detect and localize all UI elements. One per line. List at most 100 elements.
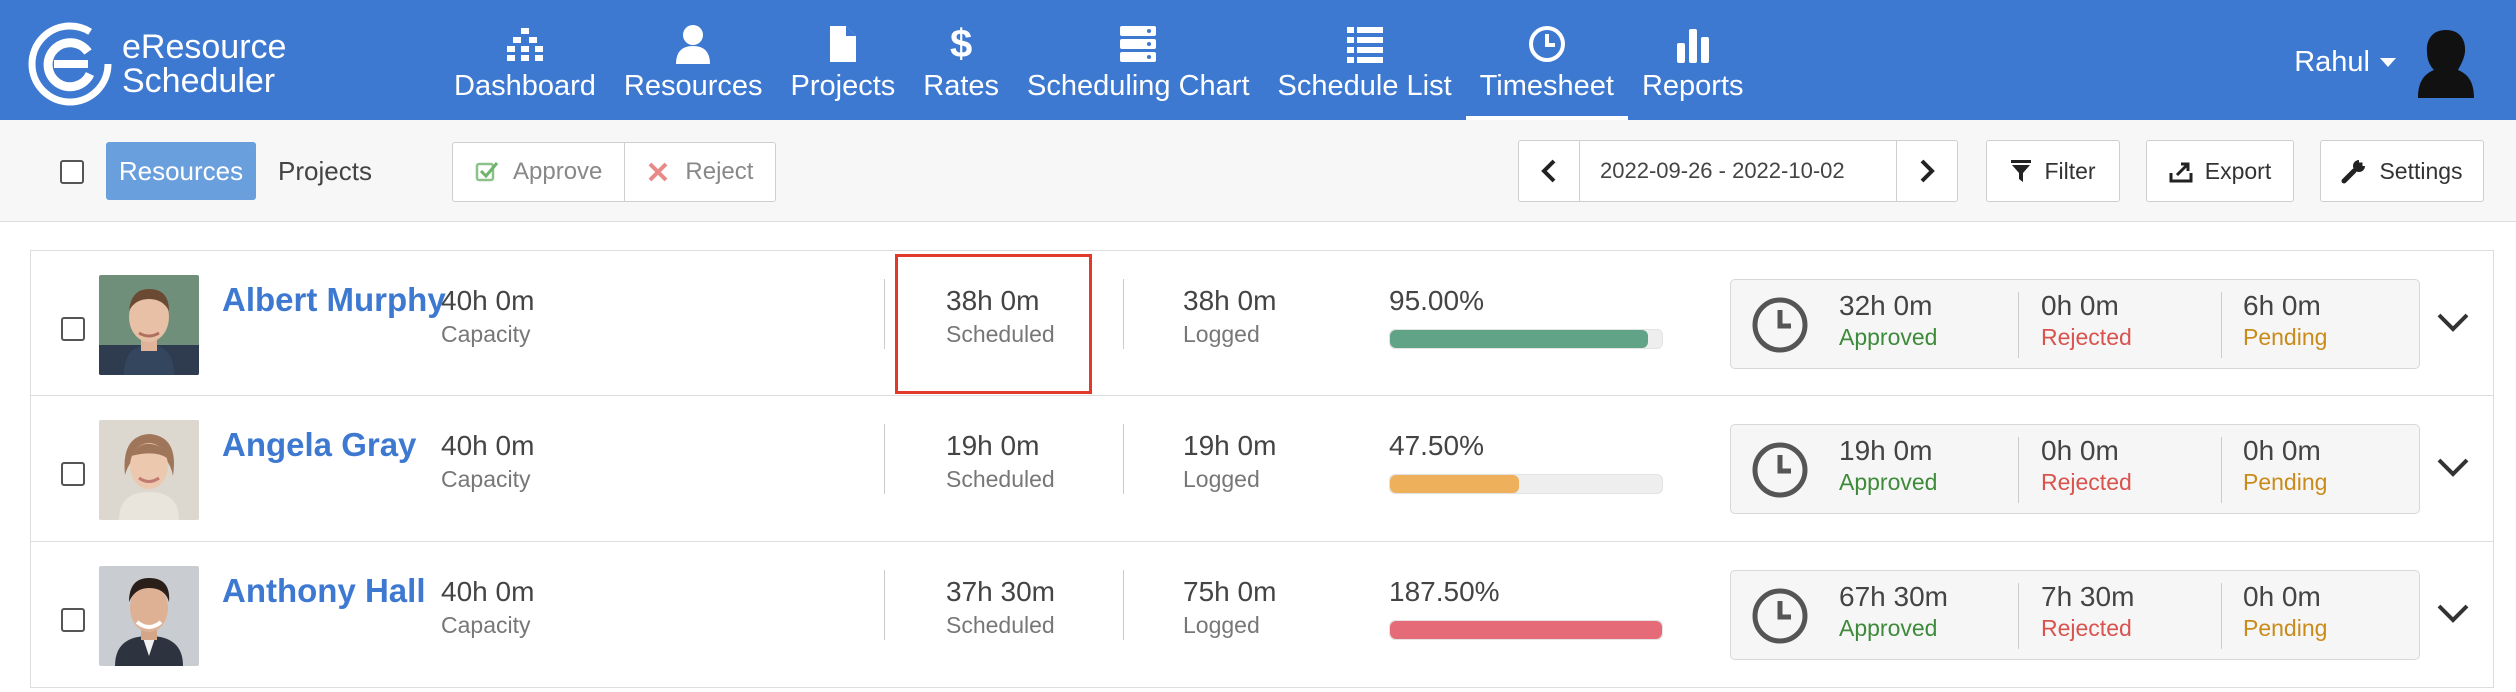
scheduled-label: Scheduled: [946, 612, 1055, 638]
nav-label: Timesheet: [1479, 70, 1614, 102]
date-range-picker: 2022-09-26 - 2022-10-02: [1518, 140, 1958, 202]
resource-name-link[interactable]: Albert Murphy: [222, 281, 446, 319]
capacity-stat: 40h 0m Capacity: [441, 430, 534, 493]
nav-label: Dashboard: [454, 70, 596, 102]
resource-row: Albert Murphy 40h 0m Capacity 38h 0m Sch…: [30, 250, 2494, 396]
nav-resources[interactable]: Resources: [610, 0, 777, 120]
rejected-stat: 0h 0m Rejected: [2041, 290, 2132, 351]
prev-week-button[interactable]: [1519, 141, 1579, 201]
utilization-bar-fill: [1390, 475, 1520, 493]
row-checkbox[interactable]: [61, 462, 85, 486]
capacity-value: 40h 0m: [441, 576, 535, 607]
chevron-down-icon[interactable]: [2433, 596, 2473, 630]
capacity-stat: 40h 0m Capacity: [441, 576, 534, 639]
timesheet-summary: 19h 0m Approved 0h 0m Rejected 0h 0m Pen…: [1730, 424, 2420, 514]
dollar-icon: $: [950, 21, 973, 66]
logged-stat: 38h 0m Logged: [1183, 285, 1276, 348]
resource-name-link[interactable]: Angela Gray: [222, 426, 416, 464]
chevron-right-icon: [1920, 159, 1935, 183]
nav-label: Reports: [1641, 70, 1744, 102]
divider: [1123, 279, 1124, 349]
resource-name-link[interactable]: Anthony Hall: [222, 572, 426, 610]
nav-timesheet[interactable]: Timesheet: [1465, 0, 1629, 120]
utilization: 187.50%: [1389, 576, 1665, 640]
nav-label: Rates: [923, 70, 1000, 102]
filter-button[interactable]: Filter: [1986, 140, 2120, 202]
divider: [2221, 437, 2222, 503]
chevron-left-icon: [1541, 159, 1556, 183]
nav-reports[interactable]: Reports: [1628, 0, 1758, 120]
logo-line2: Scheduler: [122, 62, 276, 100]
next-week-button[interactable]: [1897, 141, 1957, 201]
app-logo[interactable]: eResource Scheduler: [28, 22, 286, 106]
reject-button[interactable]: Reject: [624, 143, 775, 201]
logo-icon: [28, 22, 112, 106]
nav-projects[interactable]: Projects: [777, 0, 910, 120]
resource-list: Albert Murphy 40h 0m Capacity 38h 0m Sch…: [30, 250, 2494, 688]
divider: [884, 424, 885, 494]
tab-resources[interactable]: Resources: [106, 142, 256, 200]
approved-stat: 19h 0m Approved: [1839, 435, 1937, 496]
divider: [2221, 583, 2222, 649]
approve-button[interactable]: Approve: [453, 143, 624, 201]
row-checkbox[interactable]: [61, 317, 85, 341]
utilization-bar: [1389, 620, 1663, 640]
settings-button[interactable]: Settings: [2320, 140, 2484, 202]
resource-photo: [99, 566, 199, 666]
utilization: 95.00%: [1389, 285, 1665, 349]
user-icon: [671, 22, 715, 66]
logged-label: Logged: [1183, 612, 1260, 638]
export-label: Export: [2204, 157, 2272, 184]
user-menu[interactable]: Rahul: [2294, 26, 2476, 98]
utilization-bar-fill: [1390, 330, 1649, 348]
capacity-value: 40h 0m: [441, 285, 535, 316]
nav-label: Projects: [790, 70, 896, 102]
wrench-icon: [2341, 158, 2367, 184]
date-range-field[interactable]: 2022-09-26 - 2022-10-02: [1579, 141, 1897, 201]
row-checkbox[interactable]: [61, 608, 85, 632]
capacity-label: Capacity: [441, 612, 531, 638]
nav-schedule-list[interactable]: Schedule List: [1264, 0, 1466, 120]
clock-icon: [1752, 297, 1808, 353]
file-icon: [821, 22, 865, 66]
logged-stat: 75h 0m Logged: [1183, 576, 1276, 639]
nav-scheduling-chart[interactable]: Scheduling Chart: [1013, 0, 1263, 120]
export-button[interactable]: Export: [2146, 140, 2294, 202]
dashboard-icon: [503, 22, 547, 66]
divider: [2221, 292, 2222, 358]
tab-projects[interactable]: Projects: [262, 142, 388, 200]
scheduled-value: 38h 0m: [946, 285, 1040, 316]
nav-dashboard[interactable]: Dashboard: [440, 0, 610, 120]
bar-chart-icon: [1671, 22, 1715, 66]
scheduled-stat: 38h 0m Scheduled: [946, 285, 1055, 348]
clock-icon: [1752, 588, 1808, 644]
rejected-label: Rejected: [2041, 469, 2132, 495]
approved-label: Approved: [1839, 615, 1938, 641]
x-icon: [648, 162, 668, 182]
pending-value: 0h 0m: [2243, 435, 2321, 466]
pending-value: 6h 0m: [2243, 290, 2321, 321]
user-name: Rahul: [2294, 45, 2370, 78]
capacity-label: Capacity: [441, 321, 531, 347]
pending-label: Pending: [2243, 469, 2328, 495]
logged-value: 19h 0m: [1183, 430, 1277, 461]
select-all-checkbox[interactable]: [60, 160, 84, 184]
resource-row: Anthony Hall 40h 0m Capacity 37h 30m Sch…: [30, 542, 2494, 688]
approve-reject-group: Approve Reject: [452, 142, 777, 202]
divider: [884, 570, 885, 640]
chevron-down-icon[interactable]: [2433, 450, 2473, 484]
chevron-down-icon[interactable]: [2433, 305, 2473, 339]
clock-icon: [1525, 22, 1569, 66]
resource-row: Angela Gray 40h 0m Capacity 19h 0m Sched…: [30, 396, 2494, 542]
timesheet-summary: 32h 0m Approved 0h 0m Rejected 6h 0m Pen…: [1730, 279, 2420, 369]
pending-stat: 0h 0m Pending: [2243, 581, 2327, 642]
main-nav: Dashboard Resources Projects $ Rates Sch…: [440, 0, 1758, 120]
nav-label: Schedule List: [1277, 70, 1452, 102]
top-navbar: eResource Scheduler Dashboard Resources: [0, 0, 2516, 120]
pending-value: 0h 0m: [2243, 581, 2321, 612]
approved-label: Approved: [1839, 324, 1938, 350]
nav-rates[interactable]: $ Rates: [909, 0, 1013, 120]
divider: [1123, 570, 1124, 640]
filter-label: Filter: [2044, 157, 2096, 184]
utilization-bar: [1389, 474, 1663, 494]
